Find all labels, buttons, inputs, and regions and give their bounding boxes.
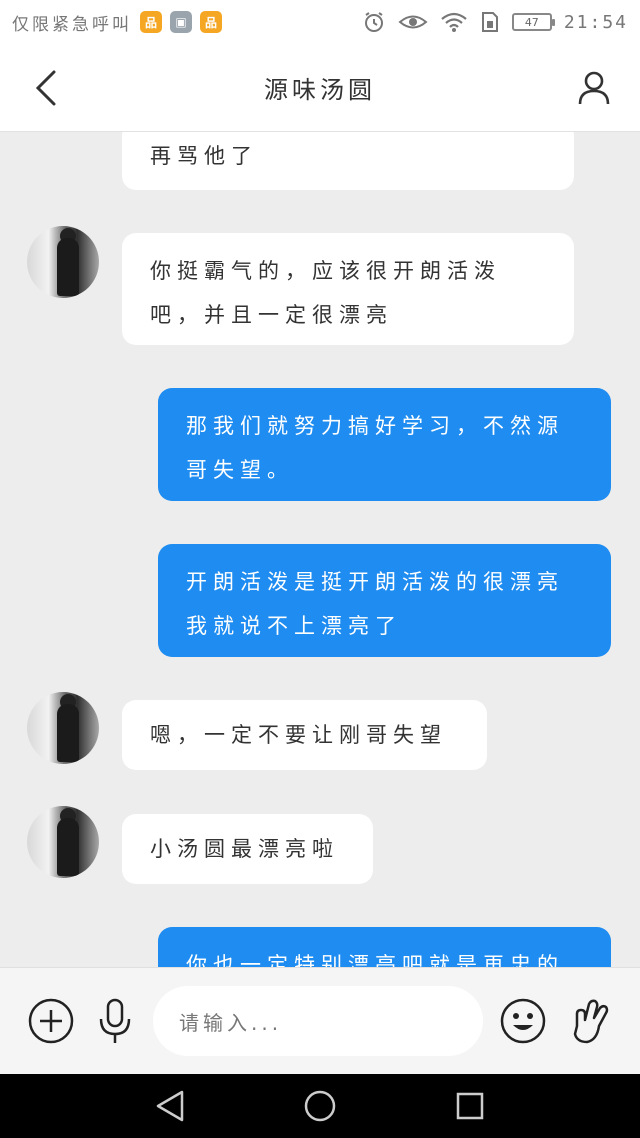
nav-home-icon (304, 1090, 336, 1122)
alarm-icon (362, 10, 386, 34)
contact-avatar[interactable] (27, 692, 99, 764)
back-button[interactable] (26, 68, 66, 108)
chat-area[interactable]: 再骂他了 你挺霸气的，应该很开朗活泼 吧，并且一定很漂亮 那我们就努力搞好学习，… (0, 132, 640, 967)
message-text-line: 那我们就努力搞好学习，不然源 (186, 414, 564, 438)
microphone-icon (99, 998, 131, 1043)
chat-header: 源味汤圆 (0, 44, 640, 132)
nav-back-icon (156, 1090, 184, 1122)
profile-button[interactable] (574, 68, 614, 108)
contact-avatar[interactable] (27, 806, 99, 878)
gallery-notification-icon: ▣ (170, 11, 192, 33)
app-notification-icon: 品 (140, 11, 162, 33)
message-text-line: 我就说不上漂亮了 (186, 614, 402, 638)
carrier-text: 仅限紧急呼叫 (12, 14, 132, 35)
outgoing-message-bubble[interactable]: 那我们就努力搞好学习，不然源 哥失望。 (158, 388, 611, 501)
status-time: 21:54 (563, 11, 628, 33)
system-nav-bar (0, 1074, 640, 1138)
message-input-bar: 请输入... (0, 967, 640, 1074)
chat-title: 源味汤圆 (264, 76, 376, 104)
voice-button[interactable] (90, 996, 140, 1046)
incoming-message-bubble[interactable]: 嗯，一定不要让刚哥失望 (122, 700, 487, 770)
app-notification-icon-2: 品 (200, 11, 222, 33)
message-text: 嗯，一定不要让刚哥失望 (150, 723, 447, 747)
contact-avatar[interactable] (27, 226, 99, 298)
message-text: 再骂他了 (150, 144, 258, 168)
nav-recents-button[interactable] (450, 1086, 490, 1126)
nav-back-button[interactable] (150, 1086, 190, 1126)
message-text-line: 开朗活泼是挺开朗活泼的很漂亮 (186, 570, 564, 594)
gesture-hand-icon (573, 999, 609, 1044)
back-arrow-icon (35, 70, 56, 106)
status-bar: 仅限紧急呼叫 品 ▣ 品 47 21:54 (0, 0, 640, 44)
status-left: 仅限紧急呼叫 品 ▣ 品 (12, 10, 222, 35)
emoji-icon (500, 998, 546, 1044)
message-text: 小汤圆最漂亮啦 (150, 837, 339, 861)
gesture-button[interactable] (565, 996, 615, 1046)
message-text: 你也一定特别漂亮吧就是再忠的 (186, 953, 564, 967)
add-button[interactable] (26, 996, 76, 1046)
message-text-line: 吧，并且一定很漂亮 (150, 303, 393, 327)
incoming-message-bubble[interactable]: 再骂他了 (122, 132, 574, 190)
message-input[interactable]: 请输入... (153, 986, 483, 1056)
status-right: 47 21:54 (362, 10, 628, 34)
nav-home-button[interactable] (300, 1086, 340, 1126)
profile-icon (578, 71, 610, 105)
incoming-message-bubble[interactable]: 你挺霸气的，应该很开朗活泼 吧，并且一定很漂亮 (122, 233, 574, 345)
add-circle-icon (28, 998, 74, 1044)
message-text-line: 你挺霸气的，应该很开朗活泼 (150, 259, 501, 283)
emoji-button[interactable] (498, 996, 548, 1046)
wifi-icon (440, 11, 468, 33)
message-text-line: 哥失望。 (186, 458, 294, 482)
battery-indicator: 47 (511, 13, 555, 31)
sim-icon (480, 11, 500, 33)
nav-recents-icon (456, 1092, 484, 1120)
outgoing-message-bubble[interactable]: 你也一定特别漂亮吧就是再忠的 (158, 927, 611, 967)
incoming-message-bubble[interactable]: 小汤圆最漂亮啦 (122, 814, 373, 884)
eye-comfort-icon (398, 11, 428, 33)
outgoing-message-bubble[interactable]: 开朗活泼是挺开朗活泼的很漂亮 我就说不上漂亮了 (158, 544, 611, 657)
